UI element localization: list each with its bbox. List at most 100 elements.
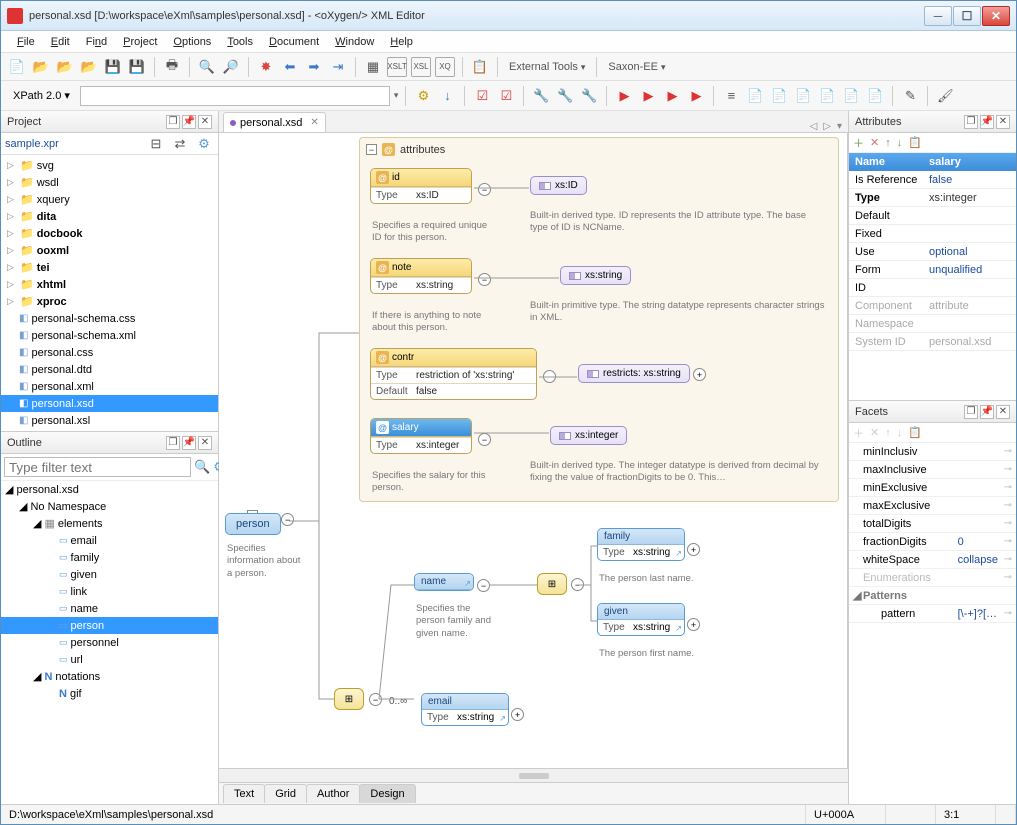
family-element-box[interactable]: family Typexs:string↗	[597, 528, 685, 561]
expand-icon[interactable]: −	[281, 513, 294, 526]
attribute-row[interactable]: Typexs:integer	[849, 189, 1016, 207]
open2-icon[interactable]: 📂	[55, 57, 75, 77]
attr-note-box[interactable]: @note Typexs:string	[370, 258, 472, 294]
edit-icon[interactable]: ✎	[900, 86, 920, 106]
facet-row[interactable]: Enumerations⊸	[849, 569, 1016, 587]
attr-contr-box[interactable]: @contr Typerestriction of 'xs:string' De…	[370, 348, 537, 400]
menu-help[interactable]: Help	[382, 34, 421, 50]
project-file[interactable]: ◧personal.xml	[1, 378, 218, 395]
find-icon[interactable]: 🔎	[221, 57, 241, 77]
doc3-icon[interactable]: 📄	[769, 86, 789, 106]
doc4-icon[interactable]: 📄	[793, 86, 813, 106]
menu-document[interactable]: Document	[261, 34, 327, 50]
project-folder[interactable]: ▷📁ooxml	[1, 242, 218, 259]
outline-element[interactable]: ▭ email	[1, 532, 218, 549]
expand-icon[interactable]: −	[478, 433, 491, 446]
outline-filter-input[interactable]	[4, 457, 191, 477]
panel-pin-icon[interactable]: 📌	[980, 115, 994, 129]
facet-row[interactable]: maxInclusive⊸	[849, 461, 1016, 479]
horizontal-scrollbar[interactable]	[219, 768, 848, 782]
down-icon[interactable]: ↓	[897, 427, 903, 439]
outline-root[interactable]: ◢personal.xsd	[1, 481, 218, 498]
doc2-icon[interactable]: 📄	[745, 86, 765, 106]
gear-icon[interactable]: ⚙	[413, 86, 433, 106]
email-element-box[interactable]: email Typexs:string↗	[421, 693, 509, 726]
wrench-icon[interactable]: 🔧	[531, 86, 551, 106]
project-file[interactable]: sample.xpr	[5, 138, 59, 150]
xq-icon[interactable]: XQ	[435, 57, 455, 77]
xslt-icon[interactable]: XSLT	[387, 57, 407, 77]
collapse-icon[interactable]: ⊟	[146, 134, 166, 154]
project-folder[interactable]: ▷📁xproc	[1, 293, 218, 310]
wrench3-icon[interactable]: 🔧	[579, 86, 599, 106]
panel-pin-icon[interactable]: 📌	[182, 115, 196, 129]
facet-row[interactable]: totalDigits⊸	[849, 515, 1016, 533]
facet-group[interactable]: ◢Patterns	[849, 587, 1016, 605]
sequence-icon[interactable]: ⊞	[334, 688, 364, 710]
panel-close-icon[interactable]: ✕	[198, 115, 212, 129]
down-icon[interactable]: ↓	[437, 86, 457, 106]
external-tools-dropdown[interactable]: External Tools	[505, 61, 589, 73]
outline-notation[interactable]: N gif	[1, 685, 218, 702]
expand-icon[interactable]: −	[543, 370, 556, 383]
doc7-icon[interactable]: 📄	[865, 86, 885, 106]
outline-element[interactable]: ▭ name	[1, 600, 218, 617]
down-icon[interactable]: ↓	[897, 137, 903, 149]
collapse-icon[interactable]: −	[366, 144, 377, 155]
save-icon[interactable]: 💾	[103, 57, 123, 77]
minimize-button[interactable]: ─	[924, 6, 952, 26]
attribute-row[interactable]: Useoptional	[849, 243, 1016, 261]
expand-icon[interactable]: +	[693, 368, 706, 381]
grid-icon[interactable]: ▦	[363, 57, 383, 77]
panel-close-icon[interactable]: ✕	[996, 115, 1010, 129]
remove-icon[interactable]: ✕	[870, 136, 879, 149]
attr-salary-box[interactable]: @salary Typexs:integer	[370, 418, 472, 454]
tab-text[interactable]: Text	[223, 784, 265, 803]
project-file[interactable]: ◧personal.xsd	[1, 395, 218, 412]
outline-element[interactable]: ▭ given	[1, 566, 218, 583]
panel-close-icon[interactable]: ✕	[198, 436, 212, 450]
new-icon[interactable]: 📄	[7, 57, 27, 77]
panel-pin-icon[interactable]: 📌	[980, 405, 994, 419]
outline-element[interactable]: ▭ family	[1, 549, 218, 566]
link-icon[interactable]: ⇄	[170, 134, 190, 154]
run-icon[interactable]: ▶	[614, 86, 634, 106]
maximize-button[interactable]: ☐	[953, 6, 981, 26]
project-folder[interactable]: ▷📁xquery	[1, 191, 218, 208]
tab-prev-icon[interactable]: ◁	[810, 121, 818, 132]
validate-icon[interactable]: ☑	[472, 86, 492, 106]
tab-grid[interactable]: Grid	[264, 784, 307, 803]
facet-row[interactable]: whiteSpacecollapse⊸	[849, 551, 1016, 569]
outline-element[interactable]: ▭ url	[1, 651, 218, 668]
menu-window[interactable]: Window	[327, 34, 382, 50]
expand-icon[interactable]: −	[571, 578, 584, 591]
up-icon[interactable]: ↑	[885, 137, 891, 149]
project-file[interactable]: ◧personal-schema.css	[1, 310, 218, 327]
run3-icon[interactable]: ▶	[662, 86, 682, 106]
attribute-row[interactable]: Default	[849, 207, 1016, 225]
attribute-row[interactable]: Formunqualified	[849, 261, 1016, 279]
facet-row[interactable]: maxExclusive⊸	[849, 497, 1016, 515]
tab-design[interactable]: Design	[359, 784, 415, 803]
panel-pin-icon[interactable]: 📌	[182, 436, 196, 450]
facet-row[interactable]: fractionDigits0⊸	[849, 533, 1016, 551]
attributes-table[interactable]: NamesalaryIs ReferencefalseTypexs:intege…	[849, 153, 1016, 400]
outline-namespace[interactable]: ◢No Namespace	[1, 498, 218, 515]
attr-id-box[interactable]: @id Typexs:ID	[370, 168, 472, 204]
tab-close-icon[interactable]: ✕	[310, 117, 318, 128]
menu-options[interactable]: Options	[165, 34, 219, 50]
type-note-box[interactable]: xs:string	[560, 266, 631, 285]
menu-edit[interactable]: Edit	[43, 34, 78, 50]
panel-restore-icon[interactable]: ❐	[166, 436, 180, 450]
given-element-box[interactable]: given Typexs:string↗	[597, 603, 685, 636]
xslt2-icon[interactable]: XSL	[411, 57, 431, 77]
doc5-icon[interactable]: 📄	[817, 86, 837, 106]
close-button[interactable]: ✕	[982, 6, 1010, 26]
attribute-row[interactable]: Componentattribute	[849, 297, 1016, 315]
project-folder[interactable]: ▷📁wsdl	[1, 174, 218, 191]
mark-icon[interactable]: ✸	[256, 57, 276, 77]
project-file[interactable]: ◧personal.xsl	[1, 412, 218, 429]
xpath-version-dropdown[interactable]: XPath 2.0 ▾	[7, 89, 76, 102]
outline-group[interactable]: ◢▦ elements	[1, 515, 218, 532]
open3-icon[interactable]: 📂	[79, 57, 99, 77]
